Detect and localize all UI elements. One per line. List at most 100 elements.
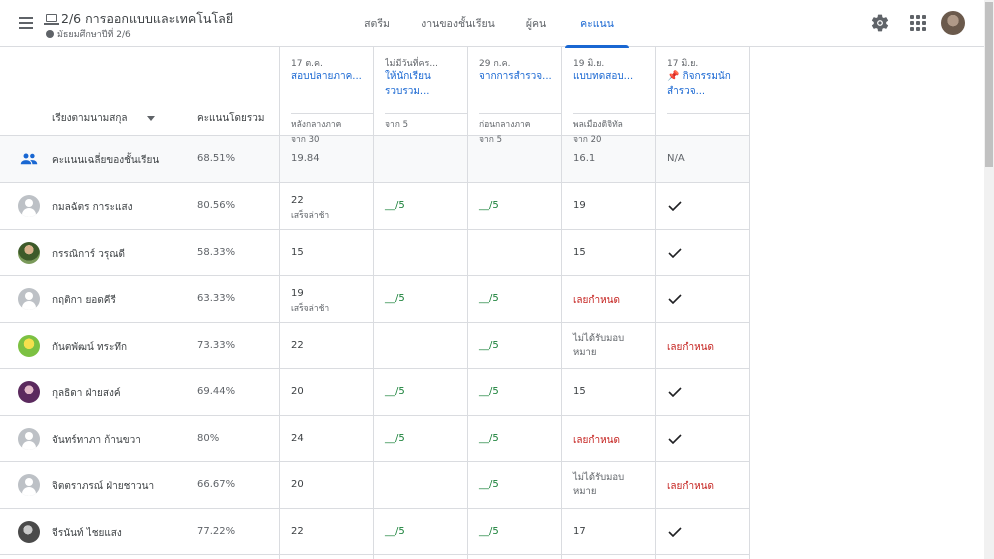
- grade-value: __/5: [479, 479, 499, 490]
- grade-cell[interactable]: 20: [291, 386, 304, 397]
- grade-value: __/5: [479, 340, 499, 351]
- scrollbar-thumb[interactable]: [985, 2, 993, 167]
- grade-value: 24: [291, 433, 304, 444]
- grade-cell[interactable]: __/5: [385, 526, 405, 537]
- grade-cell[interactable]: __/5: [385, 293, 405, 304]
- assignment-category: ก่อนกลางภาค: [479, 120, 531, 130]
- tab-grades[interactable]: คะแนน: [565, 0, 629, 48]
- check-icon[interactable]: [668, 387, 682, 397]
- assignment-category: พลเมืองดิจิทัล: [573, 120, 623, 130]
- student-avatar: [18, 288, 40, 310]
- assignment-title[interactable]: จากการสำรวจ...: [479, 69, 561, 114]
- student-name[interactable]: กันตพัฒน์ ทระทึก: [52, 340, 127, 355]
- assignment-header[interactable]: 29 ก.ค. จากการสำรวจ... ก่อนกลางภาค จาก 5: [479, 56, 561, 146]
- student-overall-grade: 58.33%: [197, 247, 236, 258]
- assignment-header[interactable]: 19 มิ.ย. แบบทดสอบ... พลเมืองดิจิทัล จาก …: [573, 56, 655, 146]
- grade-cell[interactable]: เลยกำหนด: [667, 340, 714, 355]
- grade-value: 19: [291, 288, 304, 299]
- assignment-title[interactable]: ให้นักเรียนรวบรวม...: [385, 69, 467, 114]
- grade-cell[interactable]: 20: [291, 479, 304, 490]
- grade-cell[interactable]: __/5: [385, 386, 405, 397]
- student-name[interactable]: กุลธิดา ฝ่ายสงค์: [52, 386, 121, 401]
- grade-cell[interactable]: 22: [291, 526, 304, 537]
- student-row[interactable]: กรรณิการ์ วรุณดี 58.33% 15 15: [0, 230, 749, 276]
- grade-cell[interactable]: เลยกำหนด: [667, 479, 714, 494]
- gear-icon[interactable]: [870, 13, 890, 33]
- grade-cell[interactable]: ไม่ได้รับมอบหมาย: [573, 471, 643, 499]
- student-row[interactable]: กุลธิดา ฝ่ายสงค์ 69.44% 20 __/5 __/5 15: [0, 369, 749, 415]
- tab-stream[interactable]: สตรีม: [355, 0, 399, 47]
- grade-cell[interactable]: 19 เสร็จล่าช้า: [291, 288, 329, 315]
- tab-people[interactable]: ผู้คน: [515, 0, 557, 47]
- student-name[interactable]: กฤติกา ยอดคีรี: [52, 293, 116, 308]
- student-avatar: [18, 381, 40, 403]
- student-name[interactable]: จิตตราภรณ์ ฝ่ายชาวนา: [52, 479, 154, 494]
- overall-grade-header: คะแนนโดยรวม: [197, 113, 265, 124]
- student-row[interactable]: กมลฉัตร การะแสง 80.56% 22 เสร็จล่าช้า __/5 __…: [0, 183, 749, 229]
- grade-cell[interactable]: __/5: [479, 386, 499, 397]
- hamburger-icon[interactable]: [14, 11, 38, 35]
- grade-cell[interactable]: เลยกำหนด: [573, 433, 620, 448]
- assignment-title[interactable]: แบบทดสอบ...: [573, 69, 655, 114]
- assignment-header[interactable]: 17 ต.ค. สอบปลายภาค... หลังกลางภาค จาก 30: [291, 56, 373, 146]
- grade-cell[interactable]: 15: [573, 247, 586, 258]
- student-avatar: [18, 195, 40, 217]
- grade-cell[interactable]: __/5: [479, 340, 499, 351]
- grade-cell[interactable]: 22 เสร็จล่าช้า: [291, 195, 329, 222]
- average-overall: 68.51%: [197, 153, 236, 164]
- assignment-header[interactable]: 17 มิ.ย. 📌 กิจกรรมนักสำรวจ...: [667, 56, 749, 117]
- gradebook-grid: เรียงตามนามสกุล คะแนนโดยรวม 17 ต.ค. สอบป…: [0, 47, 984, 559]
- late-badge: เสร็จล่าช้า: [291, 211, 330, 221]
- check-icon[interactable]: [668, 527, 682, 537]
- grade-cell[interactable]: 19: [573, 200, 586, 211]
- class-subtitle-text: มัธยมศึกษาปีที่ 2/6: [57, 30, 131, 40]
- grade-cell[interactable]: 15: [291, 247, 304, 258]
- check-icon[interactable]: [668, 294, 682, 304]
- grade-cell[interactable]: เลยกำหนด: [573, 293, 620, 308]
- assignment-title[interactable]: 📌 กิจกรรมนักสำรวจ...: [667, 69, 749, 114]
- student-row[interactable]: กันตพัฒน์ ทระทึก 73.33% 22 __/5 ไม่ได้รับมอบ…: [0, 323, 749, 369]
- check-icon[interactable]: [668, 201, 682, 211]
- grade-cell[interactable]: 22: [291, 340, 304, 351]
- account-avatar[interactable]: [941, 11, 965, 35]
- grade-value: __/5: [479, 386, 499, 397]
- student-row[interactable]: จีรนันท์ ไชยแสง 77.22% 22 __/5 __/5 17: [0, 509, 749, 555]
- grade-value: __/5: [479, 200, 499, 211]
- chevron-down-icon[interactable]: [147, 116, 155, 121]
- student-overall-grade: 80.56%: [197, 200, 236, 211]
- assignment-title[interactable]: สอบปลายภาค...: [291, 69, 373, 114]
- grade-cell[interactable]: __/5: [479, 293, 499, 304]
- grade-cell[interactable]: __/5: [479, 479, 499, 490]
- student-name[interactable]: กมลฉัตร การะแสง: [52, 200, 132, 215]
- tab-classwork[interactable]: งานของชั้นเรียน: [416, 0, 500, 47]
- grade-cell[interactable]: __/5: [479, 200, 499, 211]
- grade-cell[interactable]: 15: [573, 386, 586, 397]
- student-row[interactable]: จิตตราภรณ์ ฝ่ายชาวนา 66.67% 20 __/5 ไม่ได้รั…: [0, 462, 749, 508]
- grade-cell[interactable]: 17: [573, 526, 586, 537]
- grade-value: 20: [291, 386, 304, 397]
- grade-cell[interactable]: __/5: [479, 433, 499, 444]
- grade-cell[interactable]: ไม่ได้รับมอบหมาย: [573, 332, 643, 360]
- sort-dropdown[interactable]: เรียงตามนามสกุล: [52, 111, 128, 126]
- assignment-header[interactable]: ไม่มีวันที่คร... ให้นักเรียนรวบรวม... จา…: [385, 56, 467, 131]
- apps-grid-icon[interactable]: [910, 15, 926, 31]
- student-row[interactable]: จันทร์ทาภา ก้านขวา 80% 24 __/5 __/5 เลยกำหนด: [0, 416, 749, 462]
- laptop-icon: [44, 14, 59, 25]
- grade-cell[interactable]: 24: [291, 433, 304, 444]
- student-row[interactable]: กฤติกา ยอดคีรี 63.33% 19 เสร็จล่าช้า __/5 __/…: [0, 276, 749, 322]
- grade-cell[interactable]: __/5: [385, 200, 405, 211]
- check-icon[interactable]: [668, 248, 682, 258]
- top-app-bar: 2/6 การออกแบบและเทคโนโลยี มัธยมศึกษาปีที…: [0, 0, 984, 48]
- grade-value: __/5: [479, 526, 499, 537]
- student-name[interactable]: จันทร์ทาภา ก้านขวา: [52, 433, 141, 448]
- grade-value: เลยกำหนด: [667, 481, 714, 492]
- average-grade: 16.1: [573, 153, 596, 164]
- class-title[interactable]: 2/6 การออกแบบและเทคโนโลยี: [44, 9, 233, 29]
- check-icon[interactable]: [668, 434, 682, 444]
- student-name[interactable]: กรรณิการ์ วรุณดี: [52, 247, 125, 262]
- student-avatar: [18, 474, 40, 496]
- grade-cell[interactable]: __/5: [385, 433, 405, 444]
- grade-value: 20: [291, 479, 304, 490]
- grade-cell[interactable]: __/5: [479, 526, 499, 537]
- student-name[interactable]: จีรนันท์ ไชยแสง: [52, 526, 122, 541]
